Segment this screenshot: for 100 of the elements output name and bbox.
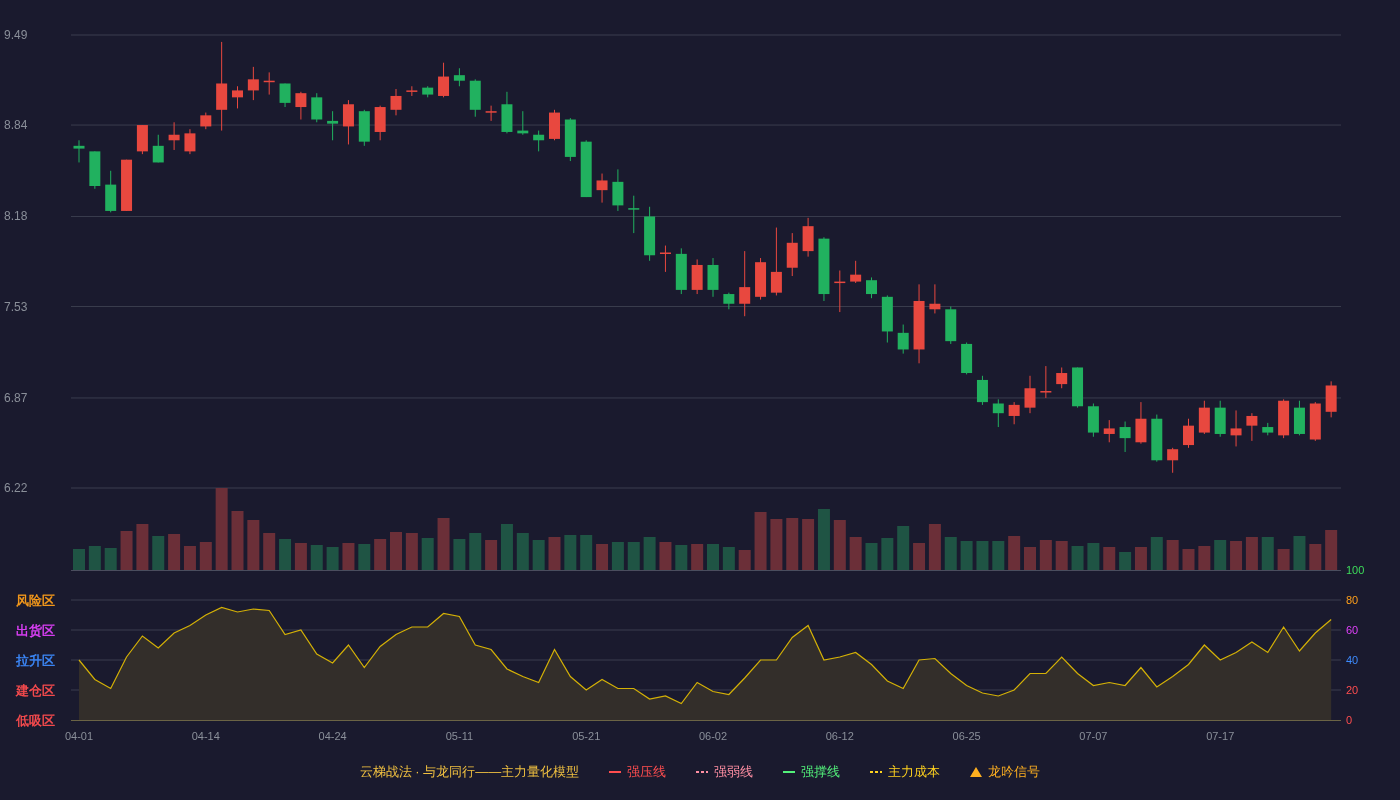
axis-label: 07-17 <box>1206 730 1235 742</box>
volume-bar <box>913 543 926 570</box>
candlestick <box>897 324 909 355</box>
candlestick <box>533 130 545 152</box>
volume-bar <box>960 541 973 570</box>
candlestick <box>1056 367 1068 389</box>
legend-label: 强弱线 <box>714 763 754 782</box>
candlestick <box>1230 409 1242 447</box>
volume-bar <box>1245 537 1258 570</box>
candlestick <box>1246 412 1258 442</box>
axis-label: 40 <box>1346 654 1359 666</box>
candlestick <box>1103 419 1115 443</box>
volume-bar <box>500 524 513 570</box>
volume-bar <box>1103 547 1116 570</box>
candlestick <box>818 236 830 302</box>
volume-bar <box>707 544 719 570</box>
axis-label: 05-21 <box>572 730 601 742</box>
zone-label: 低吸区 <box>16 713 55 728</box>
candlestick <box>1008 401 1020 425</box>
volume-bar <box>881 538 894 570</box>
volume-bar <box>786 518 799 570</box>
candlestick <box>422 85 434 98</box>
candlestick <box>358 109 370 147</box>
volume-bar <box>897 526 910 570</box>
candlestick <box>105 170 117 213</box>
volume-bar <box>532 540 545 570</box>
volume-bar <box>754 512 767 570</box>
volume-bar <box>247 520 260 570</box>
volume-bar <box>944 537 957 570</box>
candlestick <box>961 342 973 375</box>
volume-bar <box>627 542 640 570</box>
axis-label: 6.87 <box>4 390 28 405</box>
volume-bar <box>73 549 85 570</box>
volume-bar <box>596 544 609 570</box>
volume-bar <box>1309 544 1322 570</box>
candlestick <box>723 292 735 310</box>
volume-bar <box>358 544 371 570</box>
candlestick <box>549 109 560 141</box>
volume-bar <box>326 547 339 570</box>
candlestick <box>596 173 608 204</box>
legend-label: 主力成本 <box>888 763 941 782</box>
axis-label: 6.22 <box>4 481 28 495</box>
candlestick <box>1278 398 1290 439</box>
candlestick <box>501 91 513 134</box>
volume-bar <box>136 524 149 570</box>
candlestick <box>136 124 148 155</box>
volume-bar <box>1055 541 1068 570</box>
volume-bar <box>104 548 117 570</box>
candlestick <box>247 66 259 101</box>
volume-bar <box>770 519 783 570</box>
candlestick <box>850 260 862 284</box>
axis-label: 06-02 <box>698 730 728 742</box>
candlestick <box>802 217 814 258</box>
axis-label: 04-24 <box>318 730 347 742</box>
candlestick <box>295 91 307 120</box>
zone-label: 建仓区 <box>16 683 55 698</box>
legend-label: 强撑线 <box>801 763 841 782</box>
candlestick <box>929 283 941 314</box>
candlestick <box>184 128 196 155</box>
candlestick <box>976 375 988 406</box>
candlestick <box>1024 375 1036 414</box>
candlestick <box>1167 447 1179 474</box>
axis-label: 20 <box>1346 684 1359 696</box>
candlestick <box>168 121 180 151</box>
volume-bar <box>1150 537 1163 570</box>
candlestick <box>152 134 164 163</box>
volume-bar <box>611 542 624 570</box>
candlestick <box>628 195 640 234</box>
volume-bar <box>453 539 466 570</box>
candlestick <box>1087 403 1099 438</box>
candlestick <box>612 168 624 212</box>
axis-label: 0 <box>1346 714 1353 726</box>
volume-bar <box>405 533 418 570</box>
volume-bar <box>1325 530 1338 570</box>
volume-bar <box>279 539 292 570</box>
volume-bar <box>928 524 941 570</box>
volume-bar <box>1166 540 1179 570</box>
axis-label: 06-12 <box>825 730 854 742</box>
volume-bar <box>516 533 529 570</box>
volume-bar <box>992 541 1005 570</box>
volume-bar <box>1293 536 1306 570</box>
axis-label: 06-25 <box>952 730 981 742</box>
candlestick <box>374 105 386 141</box>
candlestick <box>89 150 101 190</box>
volume-bar <box>833 520 846 570</box>
candlestick <box>517 110 529 136</box>
candlestick <box>866 276 877 299</box>
axis-label: 04-01 <box>64 730 94 742</box>
candlestick <box>73 139 85 163</box>
candlestick <box>675 247 687 295</box>
candlestick <box>406 85 418 97</box>
axis-label: 80 <box>1346 594 1359 606</box>
volume-bar <box>1008 536 1021 570</box>
volume-bar <box>342 543 355 570</box>
axis-label: 100 <box>1346 564 1365 576</box>
candlestick <box>453 67 465 87</box>
candlestick <box>881 294 893 344</box>
volume-bar <box>691 544 704 570</box>
candlestick <box>1119 421 1131 453</box>
volume-bar <box>564 535 577 570</box>
